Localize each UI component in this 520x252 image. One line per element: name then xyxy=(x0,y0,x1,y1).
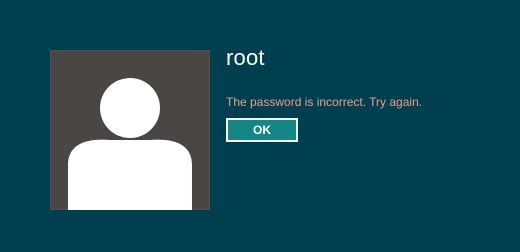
error-message: The password is incorrect. Try again. xyxy=(226,95,423,109)
login-screen: root The password is incorrect. Try agai… xyxy=(0,0,520,252)
username-label: root xyxy=(226,45,265,70)
ok-button[interactable]: OK xyxy=(226,118,298,142)
user-avatar xyxy=(50,50,210,210)
user-silhouette-icon xyxy=(68,78,192,210)
